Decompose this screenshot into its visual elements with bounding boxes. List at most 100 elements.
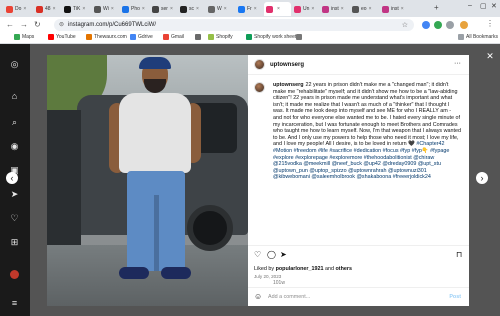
url-field[interactable]: ⊜ instagram.com/p/Cu669TWLciW/ ☆ — [54, 19, 414, 31]
minimize-icon[interactable]: – — [468, 2, 472, 9]
menu-icon[interactable]: ≡ — [10, 299, 19, 308]
browser-tab[interactable]: inst × — [320, 2, 347, 16]
bookmark-item[interactable]: Maps — [14, 34, 34, 40]
close-icon[interactable]: ✕ — [484, 50, 496, 62]
bookmark-favicon-icon — [163, 34, 169, 40]
browser-tab[interactable]: TiK × — [62, 2, 89, 16]
extensions-puzzle-icon[interactable] — [446, 21, 454, 29]
forward-arrow-icon[interactable]: → — [20, 20, 28, 29]
tab-favicon-icon — [64, 5, 71, 13]
browser-tab[interactable]: ser × — [150, 2, 177, 16]
browser-tab[interactable]: 48 × — [34, 2, 61, 16]
bookmark-item[interactable]: Shopify — [208, 34, 233, 40]
browser-tab[interactable]: Un × — [292, 2, 319, 16]
bookmark-item[interactable]: YouTube — [48, 34, 76, 40]
profile-icon[interactable] — [10, 270, 19, 279]
create-icon[interactable]: ⊞ — [10, 238, 19, 247]
bookmarks-bar: Maps YouTube Thewaurx.com Gdrive Gmail Shopif… — [0, 33, 500, 44]
browser-tab[interactable]: W × — [206, 2, 233, 16]
post-comment-button[interactable]: Post — [449, 294, 461, 300]
browser-tab[interactable]: inst × — [380, 2, 407, 16]
browser-tab[interactable]: × — [264, 2, 291, 16]
caption-hashtags[interactable]: #Chapter42 #Motion #freedom #life #sacri… — [273, 141, 449, 180]
messages-icon[interactable]: ➤ — [10, 190, 19, 199]
new-tab-button[interactable]: + — [434, 3, 439, 12]
tab-label: 48 — [45, 6, 51, 12]
tab-favicon-icon — [36, 5, 43, 13]
bookmark-favicon-icon — [208, 34, 214, 40]
liked-by-others[interactable]: others — [336, 266, 352, 272]
browser-tab[interactable]: Do × — [4, 2, 31, 16]
post-username[interactable]: uptownserg — [270, 62, 304, 68]
bookmark-item[interactable] — [195, 34, 203, 40]
browser-tab[interactable]: eo × — [350, 2, 377, 16]
browser-tab[interactable]: Pho × — [120, 2, 147, 16]
bookmark-item[interactable]: Shopify work sheet — [246, 34, 296, 40]
tab-label: inst — [331, 6, 339, 12]
all-bookmarks[interactable]: All Bookmarks — [458, 34, 498, 40]
tab-close-icon[interactable]: × — [82, 6, 85, 12]
home-icon[interactable]: ⌂ — [10, 92, 19, 101]
bookmark-item[interactable]: Thewaurx.com — [86, 34, 127, 40]
tab-label: Wi — [103, 6, 109, 12]
tab-close-icon[interactable]: × — [196, 6, 199, 12]
bookmark-star-icon[interactable]: ☆ — [402, 21, 408, 29]
back-arrow-icon[interactable]: ← — [6, 20, 14, 29]
caption-username[interactable]: uptownserg — [273, 82, 304, 88]
extension-icon[interactable] — [434, 21, 442, 29]
tab-label: eo — [361, 6, 367, 12]
browser-tab[interactable]: Fr × — [236, 2, 263, 16]
caption-text: 22 years in prison didn't make me a "cha… — [273, 82, 462, 148]
comment-input[interactable]: Add a comment... — [268, 294, 310, 300]
tab-label: Fr — [247, 6, 252, 12]
tab-favicon-icon — [382, 5, 389, 13]
instagram-logo-icon[interactable]: ◎ — [10, 60, 19, 69]
previous-post-icon[interactable]: ‹ — [6, 172, 18, 184]
url-text[interactable]: instagram.com/p/Cu669TWLciW/ — [68, 22, 156, 28]
bookmark-label: Gmail — [171, 34, 185, 40]
extension-icon[interactable] — [422, 21, 430, 29]
tab-close-icon[interactable]: × — [369, 6, 372, 12]
reload-icon[interactable]: ↻ — [34, 20, 41, 29]
bookmark-item[interactable] — [296, 34, 304, 40]
save-icon[interactable]: ⊓ — [456, 250, 462, 259]
tab-close-icon[interactable]: × — [142, 6, 145, 12]
tab-close-icon[interactable]: × — [401, 6, 404, 12]
next-post-icon[interactable]: › — [476, 172, 488, 184]
tab-label: Do — [15, 6, 22, 12]
tab-label: W — [217, 6, 222, 12]
tab-close-icon[interactable]: × — [224, 6, 227, 12]
notifications-icon[interactable]: ♡ — [10, 214, 19, 223]
search-icon[interactable]: ⌕ — [10, 118, 19, 127]
liked-by-user[interactable]: popularloner_1921 — [276, 266, 324, 272]
browser-tab[interactable]: Wi × — [92, 2, 119, 16]
site-info-icon[interactable]: ⊜ — [59, 21, 64, 28]
bookmark-item[interactable]: Gmail — [163, 34, 184, 40]
tab-close-icon[interactable]: × — [341, 6, 344, 12]
tab-close-icon[interactable]: × — [111, 6, 114, 12]
like-icon[interactable]: ♡ — [254, 250, 261, 259]
tab-close-icon[interactable]: × — [277, 6, 280, 12]
maximize-icon[interactable]: ▢ — [480, 2, 487, 10]
explore-icon[interactable]: ◉ — [10, 142, 19, 151]
browser-menu-icon[interactable]: ⋮ — [486, 19, 494, 28]
comment-icon[interactable]: ◯ — [267, 250, 276, 259]
profile-avatar[interactable] — [460, 21, 468, 29]
tab-close-icon[interactable]: × — [254, 6, 257, 12]
bookmark-item[interactable]: Gdrive — [130, 34, 153, 40]
tab-label: inst — [391, 6, 399, 12]
emoji-icon[interactable]: ☺ — [254, 292, 262, 301]
tab-close-icon[interactable]: × — [53, 6, 56, 12]
tab-close-icon[interactable]: × — [170, 6, 173, 12]
more-options-icon[interactable]: ··· — [454, 60, 461, 67]
caption-avatar[interactable] — [254, 82, 265, 93]
share-icon[interactable]: ➤ — [280, 250, 287, 259]
browser-tab[interactable]: sc × — [178, 2, 205, 16]
tab-close-icon[interactable]: × — [311, 6, 314, 12]
photo-van-door — [47, 110, 81, 260]
tab-close-icon[interactable]: × — [23, 6, 26, 12]
address-bar-row: ← → ↻ ⊜ instagram.com/p/Cu669TWLciW/ ☆ ⋮ — [0, 17, 500, 33]
post-age: 101w — [273, 280, 285, 286]
avatar[interactable] — [254, 59, 265, 70]
close-window-icon[interactable]: ✕ — [491, 2, 497, 10]
